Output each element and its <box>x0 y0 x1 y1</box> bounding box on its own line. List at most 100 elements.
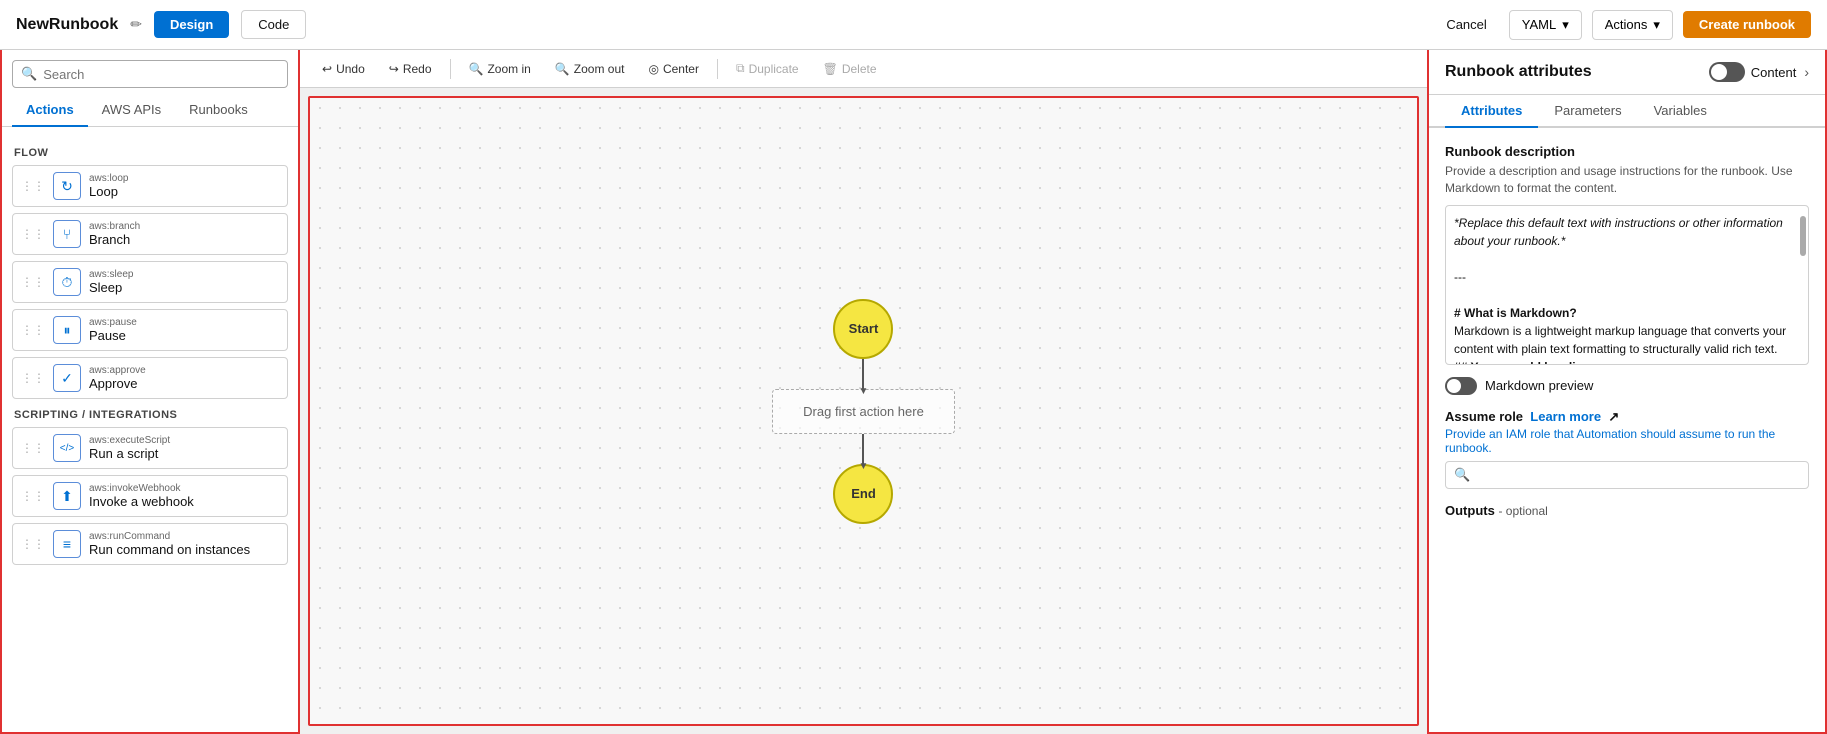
right-panel-header: Runbook attributes Content › <box>1429 50 1825 95</box>
sidebar-tab-runbooks[interactable]: Runbooks <box>175 94 262 127</box>
zoom-in-button[interactable]: 🔍 Zoom in <box>459 57 541 81</box>
end-node: End <box>833 464 893 524</box>
list-item[interactable]: ⋮⋮ ⬆ aws:invokeWebhook Invoke a webhook <box>12 475 288 517</box>
assume-role-input-wrap[interactable]: 🔍 <box>1445 461 1809 489</box>
redo-icon: ↪ <box>389 62 399 76</box>
description-textarea[interactable]: *Replace this default text with instruct… <box>1446 206 1808 364</box>
center-icon: ◎ <box>648 62 658 76</box>
list-item[interactable]: ⋮⋮ </> aws:executeScript Run a script <box>12 427 288 469</box>
cancel-button[interactable]: Cancel <box>1434 11 1498 38</box>
sleep-icon: ⏱ <box>53 268 81 296</box>
design-tab-button[interactable]: Design <box>154 11 229 38</box>
delete-button[interactable]: 🗑 Delete <box>813 57 887 81</box>
list-item[interactable]: ⋮⋮ ⑂ aws:branch Branch <box>12 213 288 255</box>
assume-role-input[interactable] <box>1470 467 1800 482</box>
pause-info: aws:pause Pause <box>89 317 137 343</box>
delete-label: Delete <box>842 62 877 76</box>
edit-icon[interactable]: ✏ <box>130 16 142 33</box>
assume-role-label: Assume role Learn more ↗ <box>1445 409 1809 425</box>
yaml-label: YAML <box>1522 17 1556 32</box>
sidebar-tab-actions[interactable]: Actions <box>12 94 88 127</box>
duplicate-button[interactable]: ⧉ Duplicate <box>726 56 809 81</box>
canvas-area: ↩ Undo ↪ Redo 🔍 Zoom in 🔍 Zoom out ◎ Cen… <box>300 50 1427 734</box>
loop-type: aws:loop <box>89 173 128 184</box>
approve-name: Approve <box>89 376 146 391</box>
run-command-name: Run command on instances <box>89 542 250 557</box>
sleep-name: Sleep <box>89 280 133 295</box>
run-command-type: aws:runCommand <box>89 531 250 542</box>
drag-handle-icon: ⋮⋮ <box>21 441 45 455</box>
approve-type: aws:approve <box>89 365 146 376</box>
branch-name: Branch <box>89 232 140 247</box>
yaml-button[interactable]: YAML ▾ <box>1509 10 1582 40</box>
sleep-info: aws:sleep Sleep <box>89 269 133 295</box>
branch-info: aws:branch Branch <box>89 221 140 247</box>
markdown-preview-toggle[interactable] <box>1445 377 1477 395</box>
header: NewRunbook ✏ Design Code Cancel YAML ▾ A… <box>0 0 1827 50</box>
undo-button[interactable]: ↩ Undo <box>312 57 375 81</box>
pause-type: aws:pause <box>89 317 137 328</box>
branch-icon: ⑂ <box>53 220 81 248</box>
execute-script-icon: </> <box>53 434 81 462</box>
loop-icon: ↻ <box>53 172 81 200</box>
sidebar-tab-aws-apis[interactable]: AWS APIs <box>88 94 175 127</box>
toolbar: ↩ Undo ↪ Redo 🔍 Zoom in 🔍 Zoom out ◎ Cen… <box>300 50 1427 88</box>
list-item[interactable]: ⋮⋮ ✓ aws:approve Approve <box>12 357 288 399</box>
markdown-preview-label: Markdown preview <box>1485 378 1593 393</box>
actions-header-label: Actions <box>1605 17 1648 32</box>
flow-arrow-1 <box>862 359 864 389</box>
tab-parameters[interactable]: Parameters <box>1538 95 1637 128</box>
outputs-optional: - optional <box>1498 504 1547 518</box>
center-button[interactable]: ◎ Center <box>638 57 709 81</box>
zoom-out-button[interactable]: 🔍 Zoom out <box>545 57 635 81</box>
actions-header-button[interactable]: Actions ▾ <box>1592 10 1673 40</box>
right-panel-body: Runbook description Provide a descriptio… <box>1429 128 1825 732</box>
content-toggle[interactable] <box>1709 62 1745 82</box>
tab-attributes[interactable]: Attributes <box>1445 95 1538 128</box>
section-title-scripting: SCRIPTING / INTEGRATIONS <box>12 409 288 421</box>
drag-handle-icon: ⋮⋮ <box>21 323 45 337</box>
create-runbook-button[interactable]: Create runbook <box>1683 11 1811 38</box>
list-item[interactable]: ⋮⋮ ⏱ aws:sleep Sleep <box>12 261 288 303</box>
drag-handle-icon: ⋮⋮ <box>21 227 45 241</box>
drag-handle-icon: ⋮⋮ <box>21 371 45 385</box>
execute-script-info: aws:executeScript Run a script <box>89 435 170 461</box>
zoom-in-label: Zoom in <box>487 62 530 76</box>
yaml-chevron-icon: ▾ <box>1562 17 1569 33</box>
approve-icon: ✓ <box>53 364 81 392</box>
description-hint: Provide a description and usage instruct… <box>1445 163 1809 197</box>
sidebar-tabs: Actions AWS APIs Runbooks <box>2 94 298 127</box>
right-panel-chevron-icon[interactable]: › <box>1804 64 1809 80</box>
search-input-wrap[interactable]: 🔍 <box>12 60 288 88</box>
assume-role-desc: Provide an IAM role that Automation shou… <box>1445 427 1809 455</box>
drag-handle-icon: ⋮⋮ <box>21 275 45 289</box>
redo-button[interactable]: ↪ Redo <box>379 57 442 81</box>
search-input[interactable] <box>43 67 279 82</box>
toolbar-separator-1 <box>450 59 451 79</box>
zoom-in-icon: 🔍 <box>469 62 484 76</box>
code-tab-button[interactable]: Code <box>241 10 306 39</box>
tab-variables[interactable]: Variables <box>1638 95 1723 128</box>
undo-icon: ↩ <box>322 62 332 76</box>
start-node: Start <box>833 299 893 359</box>
description-label: Runbook description <box>1445 144 1809 159</box>
invoke-webhook-type: aws:invokeWebhook <box>89 483 194 494</box>
invoke-webhook-info: aws:invokeWebhook Invoke a webhook <box>89 483 194 509</box>
invoke-webhook-name: Invoke a webhook <box>89 494 194 509</box>
content-toggle-label: Content <box>1751 65 1797 80</box>
invoke-webhook-icon: ⬆ <box>53 482 81 510</box>
list-item[interactable]: ⋮⋮ ⏸ aws:pause Pause <box>12 309 288 351</box>
search-icon: 🔍 <box>21 66 37 82</box>
right-panel: Runbook attributes Content › Attributes … <box>1427 50 1827 734</box>
loop-info: aws:loop Loop <box>89 173 128 199</box>
toggle-knob <box>1711 64 1727 80</box>
list-item[interactable]: ⋮⋮ ↻ aws:loop Loop <box>12 165 288 207</box>
branch-type: aws:branch <box>89 221 140 232</box>
role-search-icon: 🔍 <box>1454 467 1470 483</box>
run-command-icon: ≡ <box>53 530 81 558</box>
redo-label: Redo <box>403 62 432 76</box>
right-panel-title: Runbook attributes <box>1445 63 1592 81</box>
flow-arrow-2 <box>862 434 864 464</box>
assume-role-link[interactable]: Learn more <box>1530 409 1601 424</box>
list-item[interactable]: ⋮⋮ ≡ aws:runCommand Run command on insta… <box>12 523 288 565</box>
